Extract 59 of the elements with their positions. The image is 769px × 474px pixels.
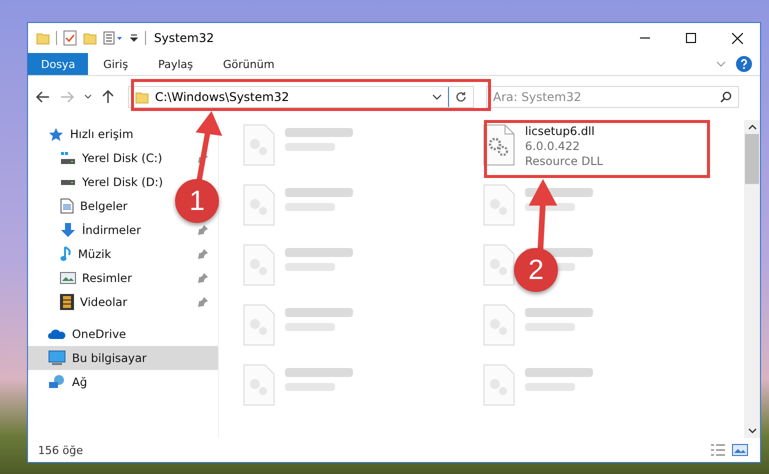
search-field[interactable]: Ara: System32 [486, 86, 739, 108]
sidebar-item[interactable]: Resimler [28, 266, 218, 290]
computer-icon [48, 350, 66, 366]
large-icons-view-icon[interactable] [732, 443, 748, 457]
dropdown-icon[interactable] [129, 33, 139, 43]
step-number-badge: 1 [175, 179, 219, 223]
properties-icon[interactable] [103, 31, 123, 45]
item-count: 156 öğe [38, 444, 83, 456]
drive-icon [60, 178, 76, 186]
ribbon-tab[interactable]: Giriş [88, 53, 144, 75]
pin-icon[interactable] [198, 297, 208, 307]
ribbon-tab[interactable]: Dosya [28, 53, 88, 75]
window-title: System32 [154, 31, 214, 45]
picture-icon [60, 271, 76, 285]
film-icon [60, 294, 74, 310]
chevron-icon[interactable] [432, 94, 442, 100]
pin-icon[interactable] [198, 273, 208, 283]
drive-icon [60, 151, 76, 165]
sidebar-item[interactable]: Bu bilgisayar [28, 346, 218, 370]
scroll-up-icon[interactable] [748, 124, 756, 130]
sidebar-item[interactable]: OneDrive [28, 322, 218, 346]
file-type: Resource DLL [525, 154, 604, 169]
step-number-badge: 2 [514, 248, 558, 292]
ribbon-tab[interactable]: Görünüm [208, 53, 290, 75]
star-icon [48, 127, 64, 141]
close-icon [732, 32, 742, 44]
help-icon[interactable] [736, 56, 752, 72]
scroll-down-icon[interactable] [748, 428, 756, 434]
sidebar-item[interactable]: Müzik [28, 242, 218, 266]
file-version: 6.0.0.422 [525, 139, 581, 154]
cloud-icon [48, 328, 66, 340]
maximize-icon [686, 33, 696, 43]
folder-icon [135, 90, 149, 104]
scrollbar-thumb[interactable] [745, 134, 759, 184]
ribbon-tab[interactable]: Paylaş [143, 53, 208, 75]
sidebar-item[interactable]: Videolar [28, 290, 218, 314]
minimize-icon [640, 37, 650, 39]
sidebar-item[interactable]: Belgeler [28, 194, 138, 218]
address-path: C:\Windows\System32 [155, 90, 290, 104]
sidebar-item[interactable]: Yerel Disk (D:) [28, 170, 174, 194]
dll-file-icon[interactable] [483, 124, 515, 166]
sidebar-item[interactable]: Ağ [28, 370, 218, 394]
sidebar-item[interactable]: Hızlı erişim [28, 122, 218, 146]
up-arrow-icon[interactable] [102, 90, 114, 104]
network-icon [48, 374, 66, 390]
chevron-icon[interactable] [84, 94, 92, 100]
pin-icon[interactable] [198, 249, 208, 259]
document-icon [60, 198, 74, 214]
refresh-icon[interactable] [455, 91, 467, 103]
back-arrow-icon[interactable] [36, 91, 50, 103]
music-note-icon [60, 246, 72, 262]
pin-icon[interactable] [198, 225, 208, 235]
checklist-icon[interactable] [63, 30, 77, 46]
file-name[interactable]: licsetup6.dll [525, 124, 604, 139]
search-icon [720, 91, 732, 103]
down-arrow-icon [60, 222, 76, 238]
scrollbar[interactable] [744, 120, 760, 438]
details-view-icon[interactable] [710, 443, 726, 457]
address-bar[interactable]: C:\Windows\System32 [128, 86, 474, 108]
